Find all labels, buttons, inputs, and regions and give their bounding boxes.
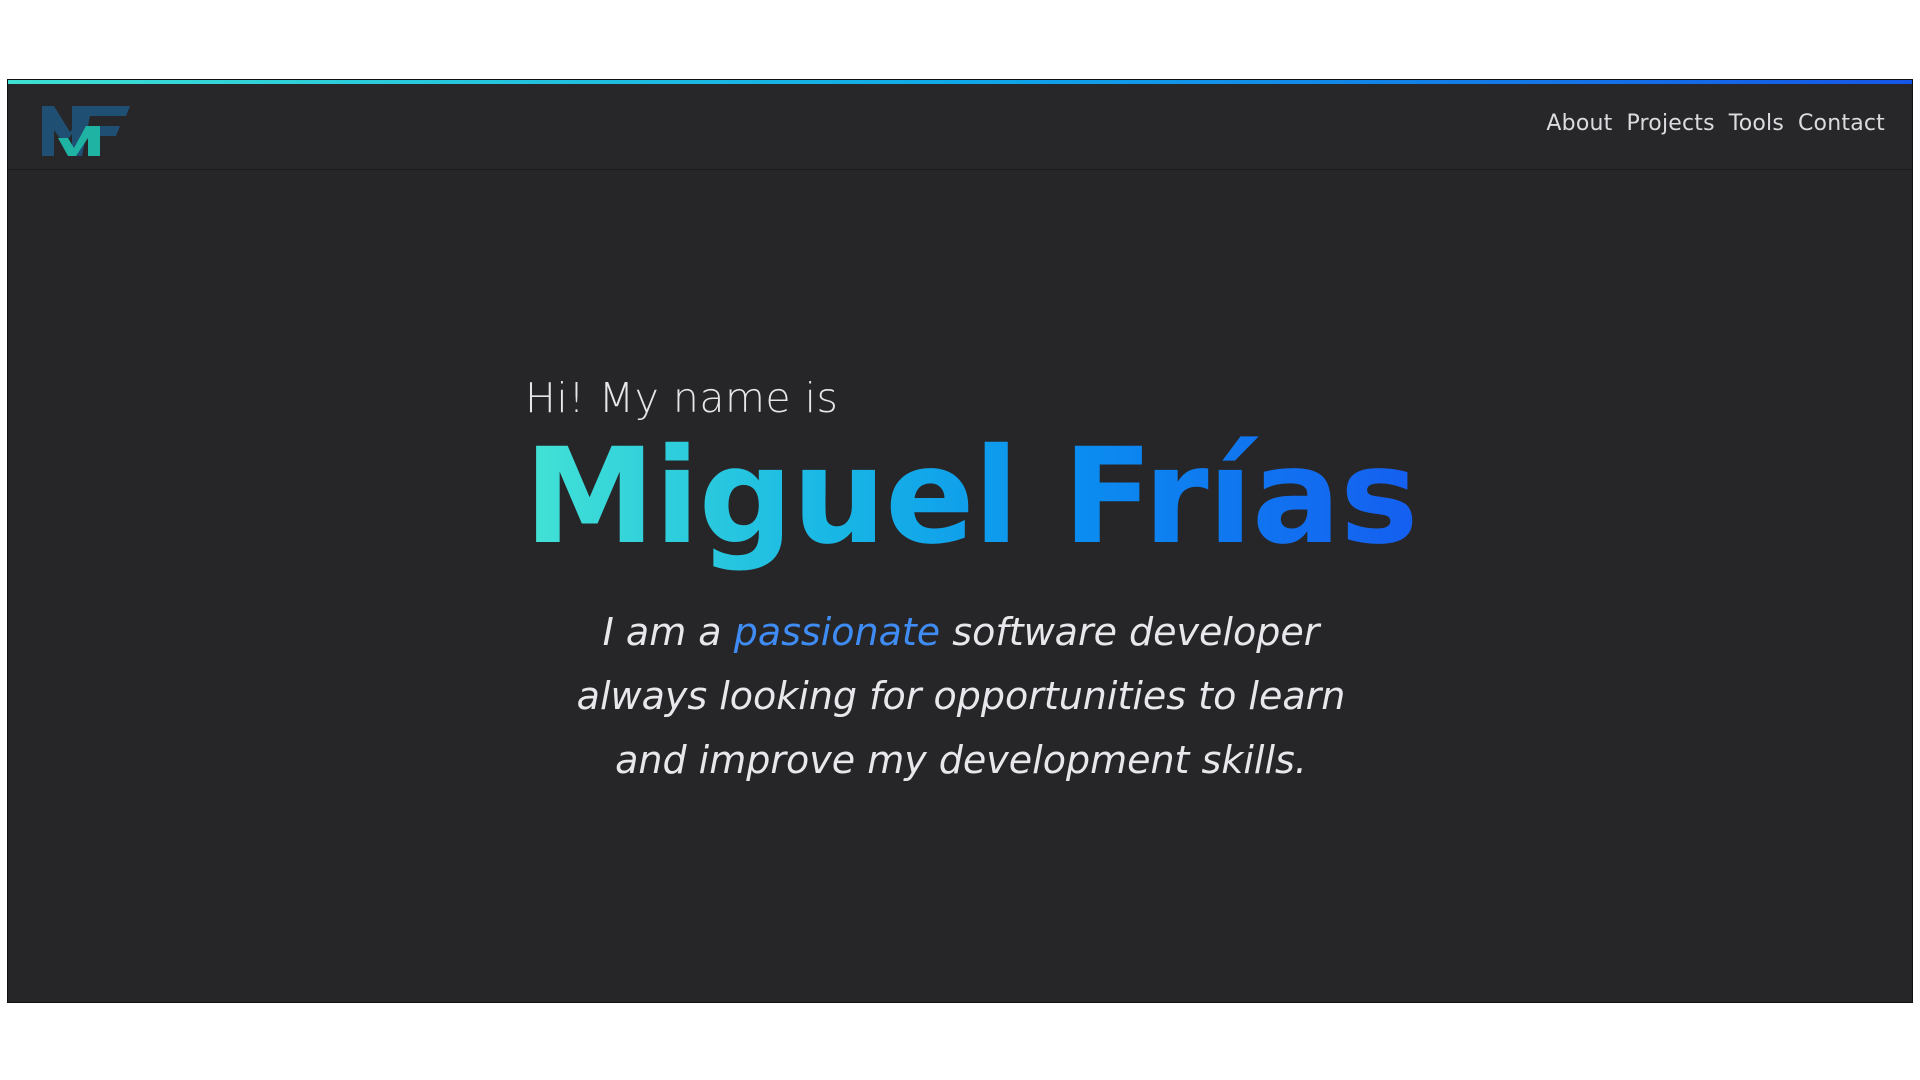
tagline-text: always looking for opportunities to lear… [576,674,1346,718]
nav-link-contact[interactable]: Contact [1798,111,1885,136]
hero-name: Miguel Frías [524,405,1419,590]
nav-link-projects[interactable]: Projects [1626,111,1714,136]
tagline-text: I am a [602,610,722,654]
nav-link-about[interactable]: About [1546,111,1612,136]
tagline-text: and improve my development skills. [615,738,1307,782]
tagline-highlight: passionate [733,610,941,654]
nav-links: About Projects Tools Contact [1546,111,1885,136]
hero-tagline: I am a passionate software developer alw… [268,600,1654,792]
navbar: About Projects Tools Contact [8,84,1912,169]
hero-section: Hi! My name is Miguel Frías I am a passi… [8,169,1912,1002]
mf-logo-icon[interactable] [42,104,130,156]
tagline-text: software developer [952,610,1320,654]
browser-viewport: About Projects Tools Contact Hi! My name… [7,79,1913,1003]
nav-link-tools[interactable]: Tools [1729,111,1784,136]
